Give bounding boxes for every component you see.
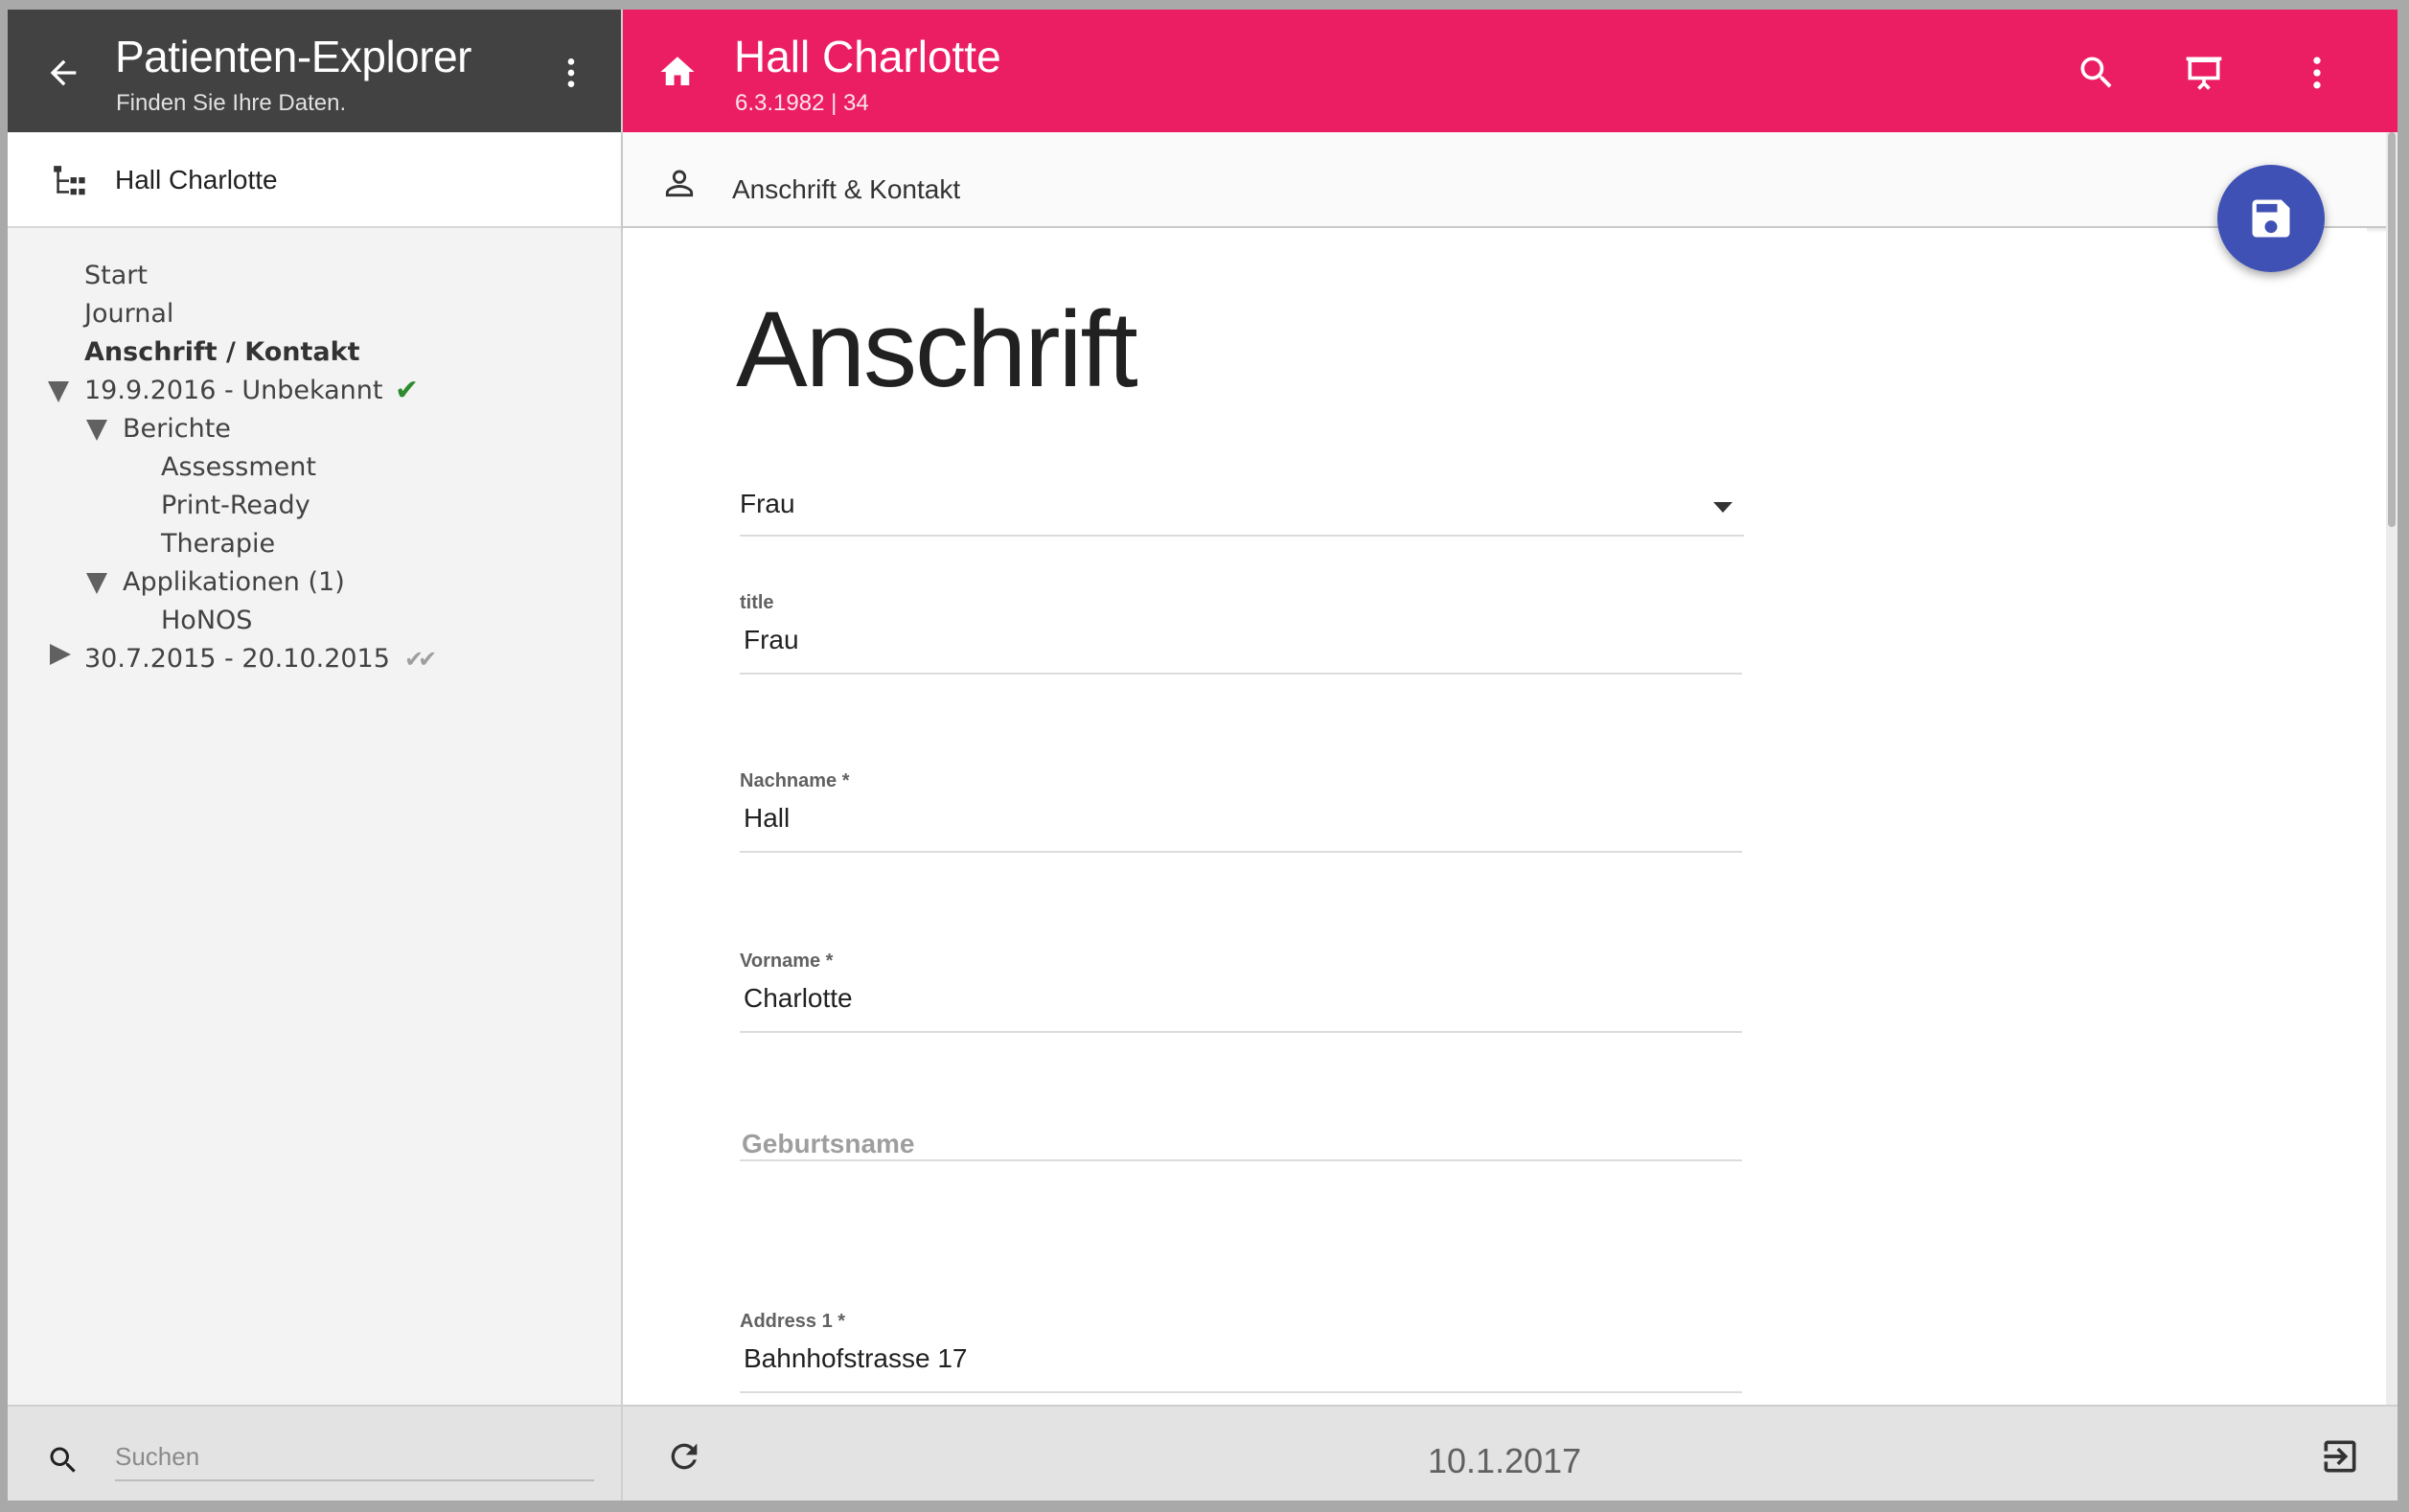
search-input[interactable]: [115, 1433, 594, 1481]
expand-toggle-case1[interactable]: [48, 381, 69, 402]
tree-item-assessment[interactable]: Assessment: [161, 452, 316, 482]
firstname-field[interactable]: Vorname * Charlotte: [740, 951, 1742, 1037]
field-underline: [740, 673, 1742, 675]
tree-item-journal[interactable]: Journal: [84, 299, 173, 329]
expand-toggle-berichte[interactable]: [86, 420, 107, 441]
lastname-value[interactable]: Hall: [744, 803, 790, 834]
scrollbar[interactable]: [2386, 132, 2398, 1405]
search-icon[interactable]: [46, 1443, 80, 1478]
salutation-value: Frau: [740, 489, 795, 518]
title-label: title: [740, 592, 774, 613]
search-icon[interactable]: [2076, 52, 2118, 94]
tree-item-anschrift-kontakt[interactable]: Anschrift / Kontakt: [84, 337, 360, 367]
section-heading: Anschrift: [736, 289, 1138, 409]
patient-info: 6.3.1982 | 34: [735, 90, 869, 116]
lastname-field[interactable]: Nachname * Hall: [740, 770, 1742, 857]
field-underline: [740, 1391, 1742, 1393]
lastname-label: Nachname *: [740, 770, 850, 791]
tree-item-case-2016[interactable]: 19.9.2016 - Unbekannt: [84, 376, 382, 405]
expand-toggle-applikationen[interactable]: [86, 573, 107, 594]
title-field[interactable]: title Frau: [740, 592, 1742, 678]
field-underline: [740, 1159, 1742, 1161]
tree-item-therapie[interactable]: Therapie: [161, 529, 275, 559]
double-check-icon: ✔✔: [404, 646, 437, 673]
address1-label: Address 1 *: [740, 1311, 846, 1332]
address1-value[interactable]: Bahnhofstrasse 17: [744, 1343, 968, 1374]
refresh-icon[interactable]: [665, 1437, 703, 1476]
navigation-tree: Start Journal Anschrift / Kontakt 19.9.2…: [8, 228, 621, 1405]
firstname-label: Vorname *: [740, 951, 834, 972]
patient-subheader: Hall Charlotte: [8, 132, 621, 228]
check-icon: ✔: [395, 374, 420, 407]
status-footer: 10.1.2017: [623, 1405, 2398, 1501]
more-vert-icon[interactable]: [2296, 52, 2338, 94]
address1-field[interactable]: Address 1 * Bahnhofstrasse 17: [740, 1311, 1742, 1397]
tree-item-print-ready[interactable]: Print-Ready: [161, 491, 310, 520]
explorer-title: Patienten-Explorer: [115, 32, 471, 81]
explorer-header: Patienten-Explorer Finden Sie Ihre Daten…: [8, 10, 621, 132]
birthname-field[interactable]: Geburtsname: [740, 1129, 1742, 1215]
scrollbar-thumb[interactable]: [2388, 132, 2396, 527]
dropdown-arrow-icon[interactable]: [1713, 502, 1732, 513]
tree-structure-icon: [54, 166, 85, 195]
logout-icon[interactable]: [2319, 1435, 2361, 1478]
explorer-subtitle: Finden Sie Ihre Daten.: [116, 90, 347, 116]
person-icon: [665, 170, 694, 197]
search-bar: [8, 1405, 621, 1501]
save-icon: [2252, 199, 2290, 238]
presentation-icon[interactable]: [2183, 52, 2225, 94]
tree-item-case-2015[interactable]: 30.7.2015 - 20.10.2015: [84, 644, 390, 674]
patient-name: Hall Charlotte: [734, 32, 1001, 81]
home-icon[interactable]: [657, 52, 698, 92]
tree-item-start[interactable]: Start: [84, 261, 148, 290]
more-vert-icon[interactable]: [552, 54, 590, 92]
current-date: 10.1.2017: [1428, 1441, 1582, 1480]
field-underline: [740, 851, 1742, 853]
expand-toggle-case2[interactable]: [50, 644, 71, 665]
section-label: Anschrift & Kontakt: [732, 174, 961, 204]
app-window: Patienten-Explorer Finden Sie Ihre Daten…: [8, 10, 2398, 1501]
save-button[interactable]: [2217, 165, 2325, 272]
field-underline: [740, 1031, 1742, 1033]
form-content: Anschrift Frau title Frau Nachname * Hal…: [623, 228, 2367, 1405]
tree-item-applikationen[interactable]: Applikationen (1): [123, 567, 345, 597]
birthname-placeholder: Geburtsname: [742, 1129, 915, 1158]
patient-label: Hall Charlotte: [115, 165, 278, 195]
patient-header: Hall Charlotte 6.3.1982 | 34: [623, 10, 2398, 132]
tree-item-berichte[interactable]: Berichte: [123, 414, 231, 444]
section-subheader: Anschrift & Kontakt: [623, 132, 2398, 228]
title-value[interactable]: Frau: [744, 625, 799, 655]
salutation-select[interactable]: Frau: [740, 479, 1744, 537]
tree-item-honos[interactable]: HoNOS: [161, 606, 252, 635]
firstname-value[interactable]: Charlotte: [744, 983, 853, 1014]
arrow-back-icon[interactable]: [44, 54, 82, 92]
